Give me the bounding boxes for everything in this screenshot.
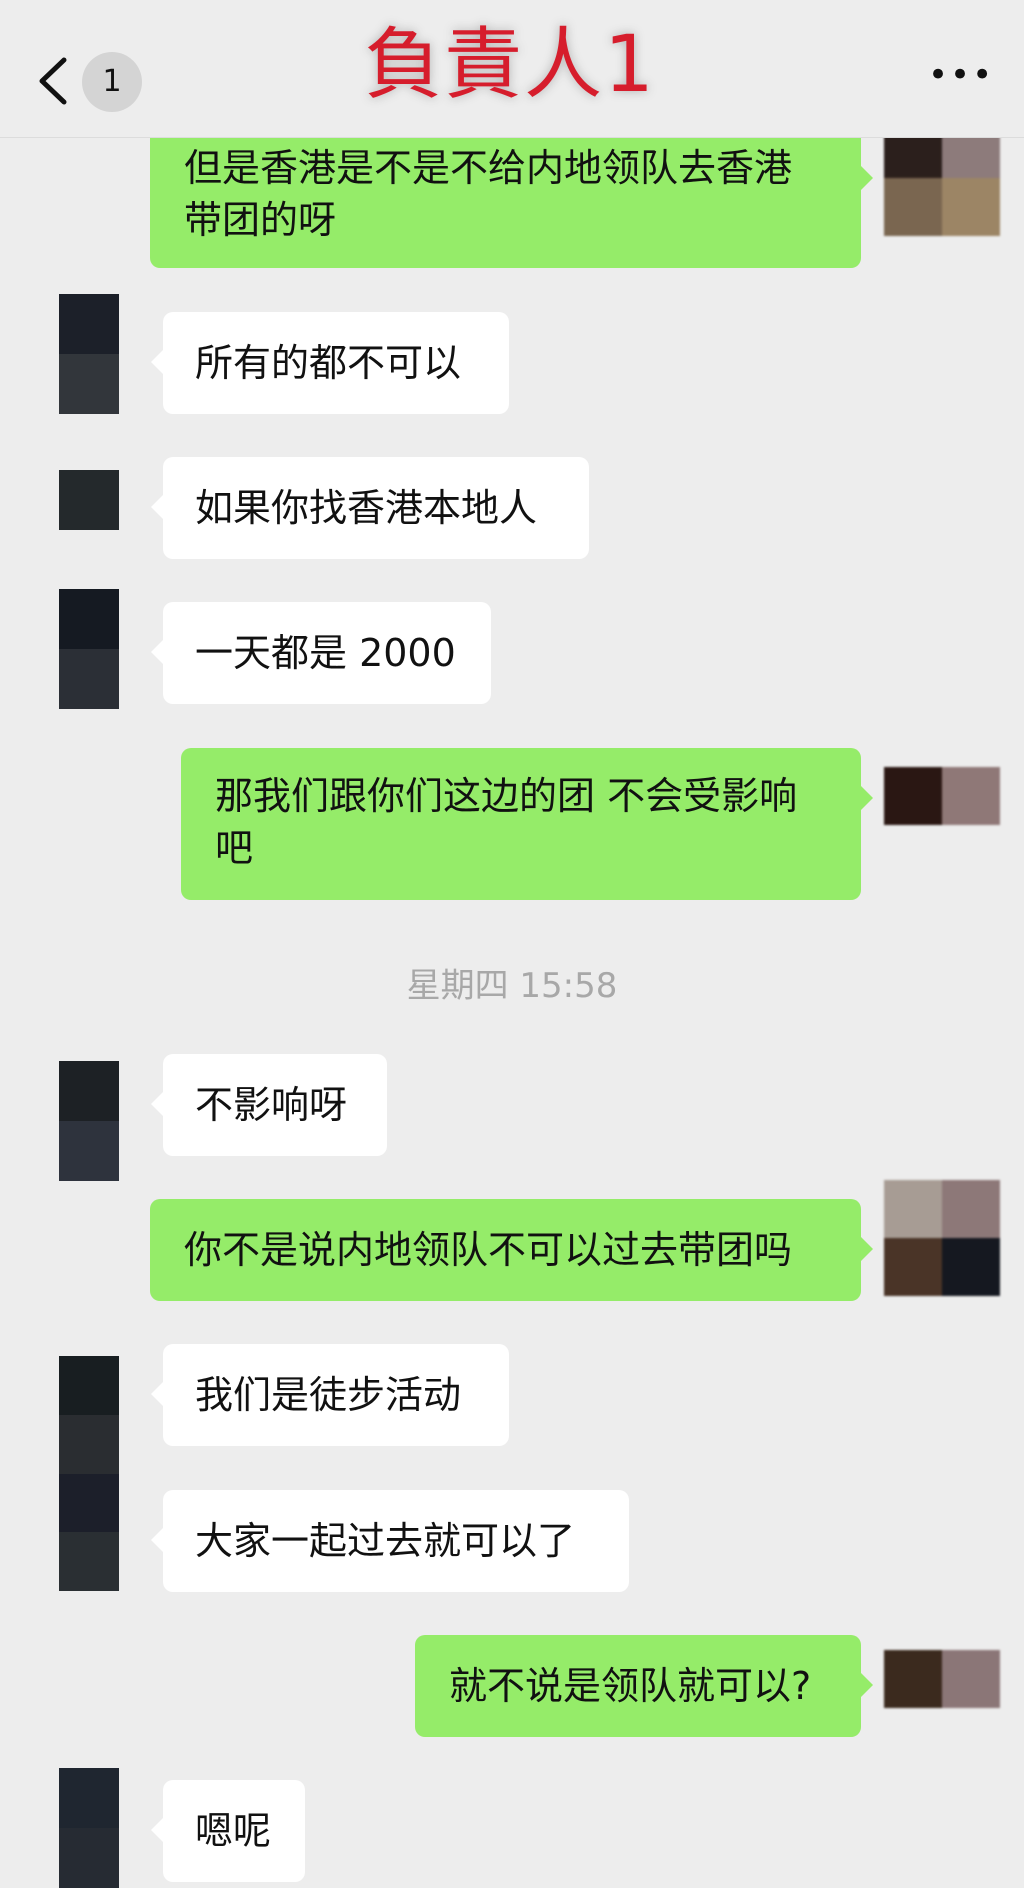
message-bubble-incoming[interactable]: 如果你找香港本地人: [151, 457, 589, 559]
contact-avatar[interactable]: [59, 470, 119, 530]
message-bubble-incoming[interactable]: 不影响呀: [151, 1054, 387, 1156]
chat-header: 1 負責人1 •••: [0, 0, 1024, 138]
message-text: 所有的都不可以: [195, 341, 462, 385]
message-text: 那我们跟你们这边的团 不会受影响吧: [215, 774, 798, 870]
contact-avatar[interactable]: [59, 1061, 119, 1181]
message-text: 就不说是领队就可以?: [449, 1664, 812, 1708]
back-arrow-icon[interactable]: [34, 56, 74, 106]
contact-avatar[interactable]: [59, 294, 119, 414]
my-avatar[interactable]: [884, 1180, 1000, 1296]
message-text: 不影响呀: [195, 1083, 348, 1127]
message-text: 你不是说内地领队不可以过去带团吗: [184, 1228, 793, 1272]
message-bubble-incoming[interactable]: 我们是徒步活动: [151, 1344, 509, 1446]
contact-avatar[interactable]: [59, 1768, 119, 1888]
message-bubble-outgoing[interactable]: 但是香港是不是不给内地领队去香港带团的呀: [150, 128, 873, 268]
message-text: 大家一起过去就可以了: [195, 1519, 576, 1563]
more-options-icon[interactable]: •••: [928, 58, 992, 96]
my-avatar[interactable]: [884, 1650, 1000, 1708]
message-timestamp: 星期四 15:58: [406, 966, 618, 1006]
message-text: 但是香港是不是不给内地领队去香港带团的呀: [184, 146, 793, 242]
message-text: 如果你找香港本地人: [195, 486, 538, 530]
message-text: 我们是徒步活动: [195, 1373, 462, 1417]
message-text: 一天都是 2000: [195, 631, 456, 675]
chat-title: 負責人1: [364, 20, 656, 110]
message-text: 嗯呢: [195, 1809, 272, 1853]
message-bubble-outgoing[interactable]: 你不是说内地领队不可以过去带团吗: [150, 1199, 873, 1301]
message-bubble-incoming[interactable]: 大家一起过去就可以了: [151, 1490, 629, 1592]
message-bubble-incoming[interactable]: 所有的都不可以: [151, 312, 509, 414]
message-bubble-outgoing[interactable]: 那我们跟你们这边的团 不会受影响吧: [181, 748, 873, 900]
contact-avatar[interactable]: [59, 589, 119, 709]
unread-count-badge[interactable]: 1: [82, 52, 142, 112]
message-bubble-incoming[interactable]: 一天都是 2000: [151, 602, 491, 704]
contact-avatar[interactable]: [59, 1356, 119, 1591]
message-bubble-incoming[interactable]: 嗯呢: [151, 1780, 305, 1882]
my-avatar[interactable]: [884, 767, 1000, 825]
message-bubble-outgoing[interactable]: 就不说是领队就可以?: [415, 1635, 873, 1737]
